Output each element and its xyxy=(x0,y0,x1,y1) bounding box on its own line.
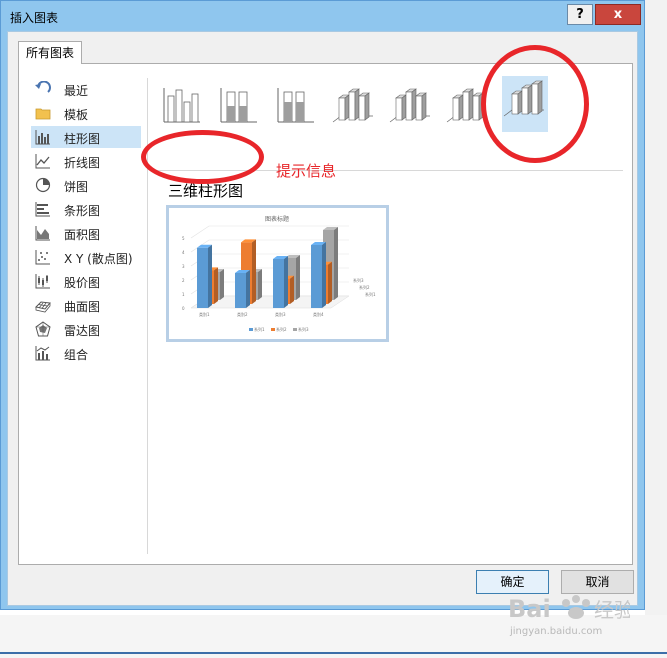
radar-chart-icon xyxy=(35,321,51,337)
svg-text:经验: 经验 xyxy=(594,598,630,622)
subtype-stacked-column[interactable] xyxy=(217,82,261,126)
subtype-3d-stacked-column-icon xyxy=(389,88,430,123)
sidebar-item-line[interactable]: 折线图 xyxy=(31,150,141,172)
sidebar-item-radar[interactable]: 雷达图 xyxy=(31,318,141,340)
sidebar-item-label: 折线图 xyxy=(64,156,101,170)
preview-depth-label: 系列2 xyxy=(359,284,370,290)
preview-category-label: 类别2 xyxy=(237,311,248,317)
sidebar-item-surface[interactable]: 曲面图 xyxy=(31,294,141,316)
sidebar-item-column[interactable]: 柱形图 xyxy=(31,126,141,148)
preview-bar-side xyxy=(296,255,300,300)
preview-bar-side xyxy=(328,261,332,304)
sidebar-item-recent[interactable]: 最近 xyxy=(31,78,141,100)
help-button[interactable]: ? xyxy=(567,4,593,25)
background-app-line xyxy=(0,652,667,654)
preview-ytick-label: 1 xyxy=(182,292,185,297)
highlight-circle-subtype-label xyxy=(141,130,264,184)
preview-bar xyxy=(197,247,208,308)
subtype-stacked-column-icon xyxy=(220,88,257,123)
subtype-3d-clustered-column[interactable] xyxy=(331,82,375,126)
preview-bar xyxy=(311,245,322,308)
preview-bar-side xyxy=(258,269,262,300)
preview-legend-swatch xyxy=(249,328,253,331)
preview-bar-side xyxy=(290,275,294,304)
sidebar-item-scatter[interactable]: X Y (散点图) xyxy=(31,246,141,268)
preview-legend-label: 系列3 xyxy=(298,326,309,332)
preview-depth-label: 系列1 xyxy=(365,291,376,297)
preview-bar xyxy=(235,273,246,308)
preview-bar-side xyxy=(322,242,326,308)
recent-icon xyxy=(35,81,51,93)
preview-chart: 图表标题 543210类别1 类别2 类别3 类别4系列3系列2系列1 系列1 系列2 系… xyxy=(182,215,376,332)
background-app-edge xyxy=(645,0,667,658)
sidebar-item-label: 最近 xyxy=(64,84,89,98)
sidebar-item-label: 饼图 xyxy=(64,180,89,194)
sidebar-item-templates[interactable]: 模板 xyxy=(31,102,141,124)
highlight-circle-subtype-icon xyxy=(481,45,589,163)
area-chart-icon xyxy=(35,226,50,241)
sidebar-item-label: 条形图 xyxy=(64,204,101,218)
sidebar-item-label: X Y (散点图) xyxy=(64,252,133,266)
sidebar-item-pie[interactable]: 饼图 xyxy=(31,174,141,196)
sidebar-item-stock[interactable]: 股价图 xyxy=(31,270,141,292)
preview-ytick-label: 3 xyxy=(182,264,185,269)
title-bar[interactable]: 插入图表 ? x xyxy=(1,1,644,31)
chart-preview[interactable]: 图表标题 5 4 3 2 1 0 类别1 类别2 类别3 类别4 系列3 系列2 系列1 系列1 系列2 系… xyxy=(166,205,389,342)
preview-ytick-label: 5 xyxy=(182,236,185,241)
preview-category-label: 类别4 xyxy=(313,311,324,317)
scatter-chart-icon xyxy=(35,250,50,265)
sidebar-item-label: 曲面图 xyxy=(64,300,101,314)
subtype-3d-stacked-column[interactable] xyxy=(388,82,432,126)
preview-ytick-label: 4 xyxy=(182,250,185,255)
sidebar-item-label: 股价图 xyxy=(64,276,101,290)
sidebar-item-combo[interactable]: 组合 xyxy=(31,342,141,364)
preview-bar-side xyxy=(334,227,338,300)
preview-bar xyxy=(273,259,284,308)
close-button[interactable]: x xyxy=(595,4,641,25)
preview-depth-label: 系列3 xyxy=(353,277,364,283)
dialog-title: 插入图表 xyxy=(10,11,59,25)
preview-bar-side xyxy=(252,239,256,304)
svg-text:Bai: Bai xyxy=(508,595,551,623)
preview-bar-side xyxy=(220,269,224,300)
preview-bar-side xyxy=(208,244,212,308)
subtype-3d-clustered-column-icon xyxy=(332,88,373,123)
folder-icon xyxy=(35,108,51,120)
combo-chart-icon xyxy=(35,346,50,361)
preview-ytick-label: 2 xyxy=(182,278,185,283)
tab-all-charts[interactable]: 所有图表 xyxy=(18,41,82,64)
sidebar-item-label: 组合 xyxy=(64,348,89,362)
preview-category-label: 类别3 xyxy=(275,311,286,317)
preview-legend-label: 系列2 xyxy=(276,326,287,332)
preview-legend-swatch xyxy=(271,328,275,331)
sidebar-item-area[interactable]: 面积图 xyxy=(31,222,141,244)
preview-legend-swatch xyxy=(293,328,297,331)
subtype-clustered-column[interactable] xyxy=(160,82,204,126)
pie-chart-icon xyxy=(35,177,51,193)
sidebar-item-bar[interactable]: 条形图 xyxy=(31,198,141,220)
sidebar-item-label: 雷达图 xyxy=(64,324,101,338)
subtype-clustered-column-icon xyxy=(163,88,200,123)
preview-legend-label: 系列1 xyxy=(254,326,265,332)
preview-bar-side xyxy=(246,270,250,308)
line-chart-icon xyxy=(35,154,50,169)
subtype-percent-stacked-column[interactable] xyxy=(274,82,318,126)
sidebar-item-label: 模板 xyxy=(64,108,89,122)
subtype-percent-stacked-column-icon xyxy=(277,88,314,123)
preview-bar-side xyxy=(284,256,288,308)
sidebar-item-label: 面积图 xyxy=(64,228,101,242)
preview-chart-title: 图表标题 xyxy=(265,215,289,223)
sidebar-item-label: 柱形图 xyxy=(64,132,101,146)
watermark-url: jingyan.baidu.com xyxy=(510,626,603,637)
column-chart-icon xyxy=(35,130,50,145)
preview-category-label: 类别1 xyxy=(199,311,210,317)
stock-chart-icon xyxy=(35,274,50,289)
preview-bar-side xyxy=(214,267,218,304)
annotation-text: 提示信息 xyxy=(276,162,337,180)
preview-ytick-label: 0 xyxy=(182,306,185,311)
surface-chart-icon xyxy=(35,301,51,313)
chart-type-sidebar: 最近 模板 柱形图 折线图 饼图 条形图 面积图 X Y (散点图) 股价图 曲… xyxy=(31,78,141,366)
bar-chart-icon xyxy=(35,202,50,217)
